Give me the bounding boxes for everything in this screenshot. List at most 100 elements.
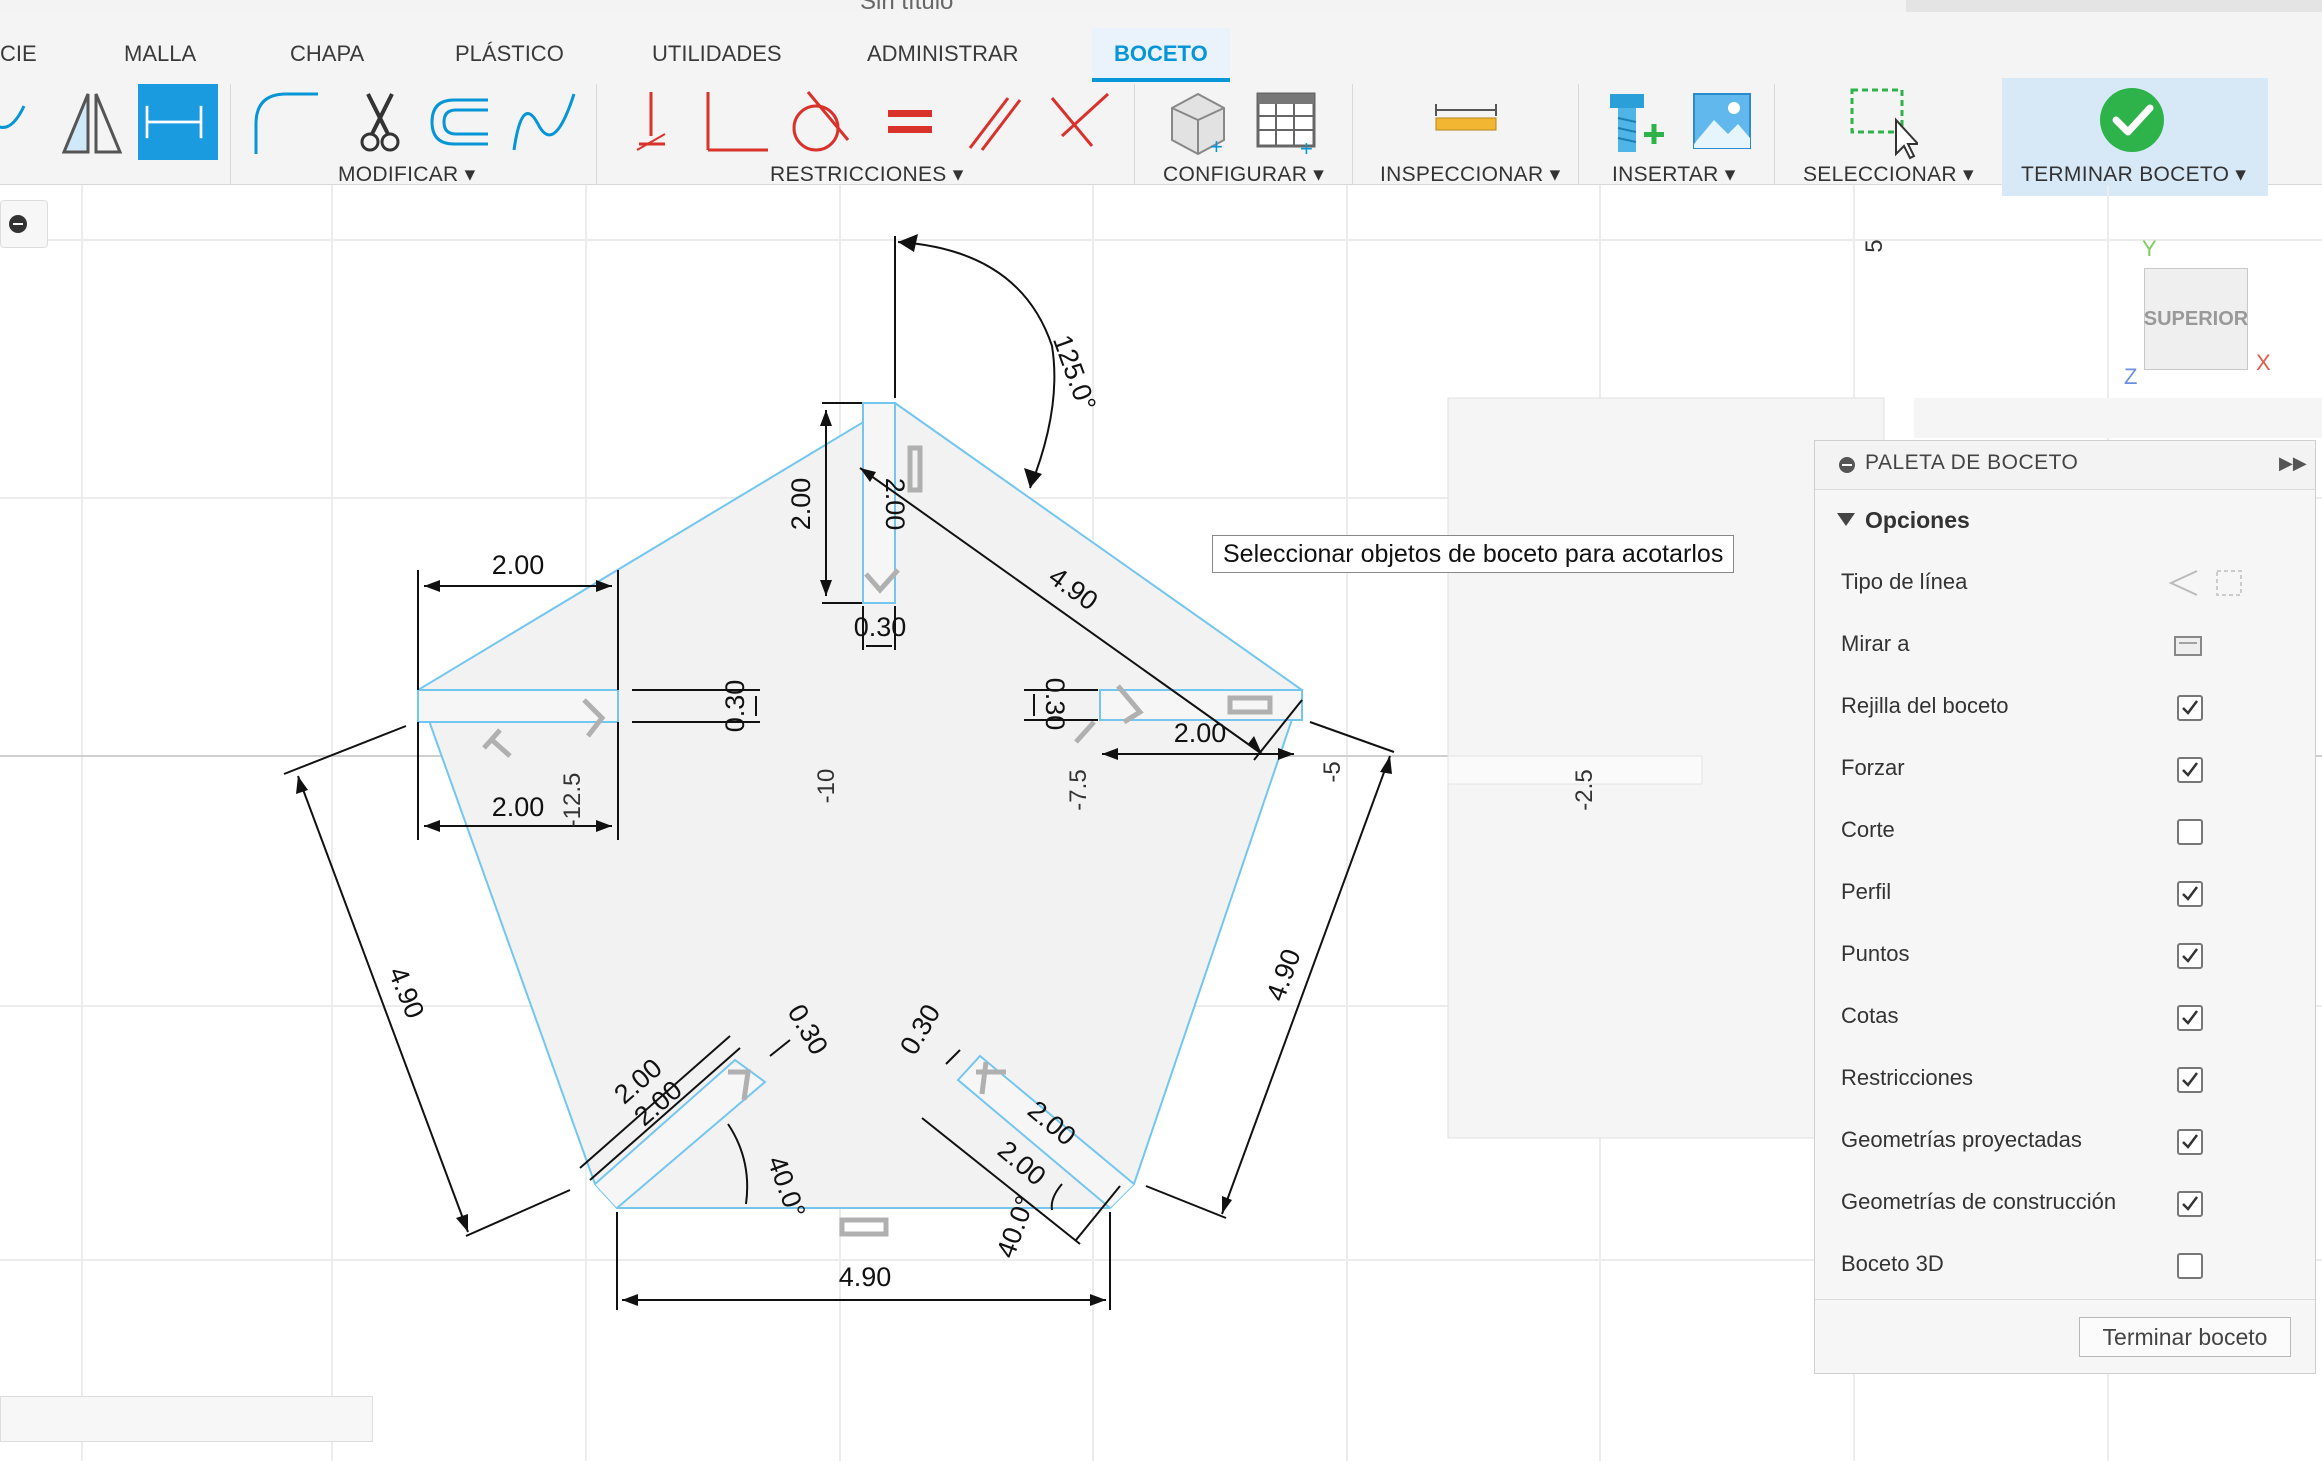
expand-arrows-icon[interactable]: ▶▶ — [2279, 453, 2307, 474]
grid-label-5: 5 — [1861, 239, 1888, 252]
dimension-tooltip: Seleccionar objetos de boceto para acota… — [1212, 535, 1735, 573]
palette-title: PALETA DE BOCETO — [1865, 451, 2079, 474]
palette-header[interactable]: PALETA DE BOCETO ▶▶ — [1815, 441, 2315, 490]
dim-left-edge[interactable]: 4.90 — [383, 963, 431, 1023]
separator — [596, 84, 597, 184]
coincident-constraint-icon[interactable] — [615, 84, 687, 160]
dim-right-edge[interactable]: 4.90 — [1260, 945, 1306, 1005]
dim-bl-slot-width[interactable]: 0.30 — [782, 999, 834, 1060]
conic-tool-icon[interactable] — [0, 84, 62, 160]
bottom-toolbar[interactable] — [0, 1396, 373, 1442]
option-label: Cotas — [1841, 1003, 1899, 1028]
dim-right-width[interactable]: 2.00 — [1174, 718, 1227, 748]
check-icon — [2182, 886, 2198, 901]
sketch-dimension-tool-icon[interactable] — [138, 84, 218, 160]
option-checkbox[interactable] — [2177, 819, 2203, 845]
parallel-constraint-icon[interactable] — [958, 84, 1030, 160]
group-terminar-boceto[interactable]: TERMINAR BOCETO ▾ — [2021, 162, 2246, 187]
select-window-icon[interactable] — [1846, 84, 1921, 160]
tab-superficie[interactable]: CIE — [0, 28, 37, 80]
option-label: Boceto 3D — [1841, 1251, 1944, 1276]
title-bar: Sin título — [0, 0, 2322, 18]
option-label: Geometrías de construcción — [1841, 1189, 2117, 1214]
sketch-palette: PALETA DE BOCETO ▶▶ Opciones Tipo de lín… — [1814, 440, 2316, 1374]
dim-br-slot-a[interactable]: 2.00 — [1022, 1095, 1082, 1152]
tab-administrar[interactable]: ADMINISTRAR — [867, 28, 1019, 80]
group-configurar[interactable]: CONFIGURAR ▾ — [1163, 162, 1324, 187]
axis-z-label: Z — [2124, 364, 2138, 389]
option-checkbox[interactable] — [2177, 757, 2203, 783]
group-restricciones[interactable]: RESTRICCIONES ▾ — [770, 162, 964, 187]
option-checkbox[interactable] — [2177, 1191, 2203, 1217]
check-icon — [2182, 948, 2198, 963]
dim-angle-top[interactable]: 125.0° — [1047, 331, 1102, 415]
tab-plastico[interactable]: PLÁSTICO — [455, 28, 564, 80]
dim-right-slot-height[interactable]: 0.30 — [1040, 678, 1070, 731]
spline-tool-icon[interactable] — [508, 84, 580, 160]
insert-image-icon[interactable] — [1686, 84, 1758, 160]
dim-left-top-width[interactable]: 2.00 — [492, 550, 545, 580]
check-icon — [2182, 1072, 2198, 1087]
mirror-tool-icon[interactable] — [56, 84, 128, 160]
configure-table-icon[interactable]: + — [1250, 84, 1322, 161]
option-label: Perfil — [1841, 879, 1892, 904]
dim-top-slot[interactable]: 2.00 — [880, 478, 910, 531]
equal-constraint-icon[interactable] — [874, 84, 946, 160]
viewcube-face-top[interactable]: SUPERIOR — [2144, 268, 2248, 370]
insert-bolt-icon[interactable] — [1600, 84, 1672, 160]
tangent-constraint-icon[interactable] — [782, 84, 854, 160]
dim-top-vertical[interactable]: 2.00 — [786, 478, 816, 531]
group-seleccionar[interactable]: SELECCIONAR ▾ — [1803, 162, 1974, 187]
finish-sketch-button[interactable]: Terminar boceto — [2079, 1317, 2291, 1357]
dim-upper-right-edge[interactable]: 4.90 — [1043, 561, 1103, 616]
check-icon — [2182, 1196, 2198, 1211]
dim-left-slot-height[interactable]: 0.30 — [720, 680, 750, 733]
separator — [230, 84, 231, 184]
measure-ruler-icon[interactable] — [1430, 84, 1502, 160]
option-label: Corte — [1841, 817, 1895, 842]
tab-chapa[interactable]: CHAPA — [290, 28, 364, 80]
ribbon-toolbar: CIE MALLA CHAPA PLÁSTICO UTILIDADES ADMI… — [0, 12, 2322, 196]
linetype-icons[interactable] — [2167, 565, 2247, 601]
collapse-dot-icon[interactable] — [1839, 457, 1855, 473]
dim-top-slot-width[interactable]: 0.30 — [854, 612, 907, 642]
section-collapse-icon[interactable] — [1837, 513, 1855, 526]
browser-collapse-button[interactable] — [0, 200, 48, 248]
group-modificar[interactable]: MODIFICAR ▾ — [338, 162, 476, 187]
option-checkbox[interactable] — [2177, 1253, 2203, 1279]
configure-cube-icon[interactable]: + — [1162, 84, 1234, 160]
tab-boceto[interactable]: BOCETO — [1092, 28, 1230, 82]
option-mirar-a: Mirar a — [1841, 631, 1910, 656]
symmetry-constraint-icon[interactable] — [1042, 84, 1114, 160]
option-checkbox[interactable] — [2177, 695, 2203, 721]
option-checkbox[interactable] — [2177, 881, 2203, 907]
palette-footer-divider — [1815, 1299, 2315, 1300]
grid-label-neg-12-5: -12.5 — [559, 773, 586, 828]
dim-br-slot-width[interactable]: 0.30 — [894, 999, 946, 1060]
group-insertar[interactable]: INSERTAR ▾ — [1612, 162, 1736, 187]
option-label: Puntos — [1841, 941, 1910, 966]
dim-bottom-edge[interactable]: 4.90 — [839, 1262, 892, 1292]
option-checkbox[interactable] — [2177, 1129, 2203, 1155]
trim-tool-icon[interactable] — [340, 84, 412, 160]
option-label: Rejilla del boceto — [1841, 693, 2009, 718]
offset-tool-icon[interactable] — [424, 84, 496, 160]
look-at-icon[interactable] — [2173, 631, 2205, 661]
grid-label-neg-10: -10 — [813, 769, 840, 804]
dim-br-slot-b[interactable]: 2.00 — [992, 1135, 1052, 1192]
tab-utilidades[interactable]: UTILIDADES — [652, 28, 782, 80]
tab-malla[interactable]: MALLA — [124, 28, 196, 80]
fillet-tool-icon[interactable] — [248, 84, 320, 160]
option-checkbox[interactable] — [2177, 1067, 2203, 1093]
separator — [1352, 84, 1353, 184]
dim-left-bottom-width[interactable]: 2.00 — [492, 792, 545, 822]
grid-label-neg-2-5: -2.5 — [1571, 769, 1598, 810]
option-checkbox[interactable] — [2177, 943, 2203, 969]
dim-bl-angle[interactable]: 40.0° — [762, 1152, 812, 1222]
perpendicular-constraint-icon[interactable] — [698, 84, 770, 160]
fusion-window: Sin título CIE MALLA CHAPA PLÁSTICO UTIL… — [0, 0, 2322, 1461]
dim-br-angle[interactable]: 40.0° — [991, 1192, 1041, 1262]
option-checkbox[interactable] — [2177, 1005, 2203, 1031]
palette-section-opciones[interactable]: Opciones — [1865, 507, 1970, 534]
group-inspeccionar[interactable]: INSPECCIONAR ▾ — [1380, 162, 1560, 187]
